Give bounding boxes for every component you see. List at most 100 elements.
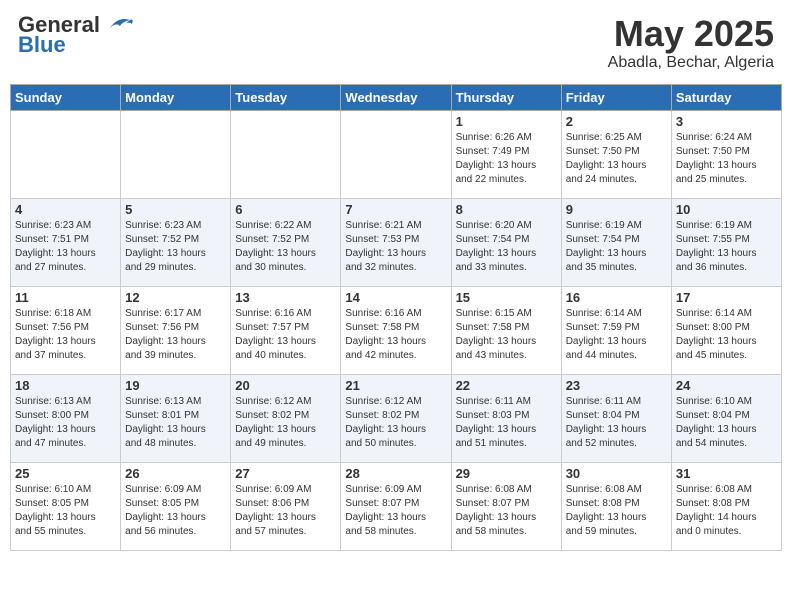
day-info: Sunrise: 6:14 AM Sunset: 8:00 PM Dayligh… <box>676 307 777 363</box>
day-number: 29 <box>456 466 557 481</box>
day-number: 5 <box>125 202 226 217</box>
calendar-row: 18 Sunrise: 6:13 AM Sunset: 8:00 PM Dayli… <box>11 374 782 462</box>
day-info: Sunrise: 6:17 AM Sunset: 7:56 PM Dayligh… <box>125 307 226 363</box>
calendar-row: 25 Sunrise: 6:10 AM Sunset: 8:05 PM Dayli… <box>11 462 782 550</box>
day-info: Sunrise: 6:08 AM Sunset: 8:07 PM Dayligh… <box>456 483 557 539</box>
logo-blue-text: Blue <box>18 32 66 58</box>
day-number: 2 <box>566 114 667 129</box>
calendar-row: 1Sunrise: 6:26 AM Sunset: 7:49 PM Daylig… <box>11 110 782 198</box>
day-number: 19 <box>125 378 226 393</box>
day-info: Sunrise: 6:09 AM Sunset: 8:06 PM Dayligh… <box>235 483 336 539</box>
table-cell: 1Sunrise: 6:26 AM Sunset: 7:49 PM Daylig… <box>451 110 561 198</box>
day-info: Sunrise: 6:19 AM Sunset: 7:54 PM Dayligh… <box>566 219 667 275</box>
day-number: 13 <box>235 290 336 305</box>
table-cell: 21 Sunrise: 6:12 AM Sunset: 8:02 PM Dayli… <box>341 374 451 462</box>
day-number: 30 <box>566 466 667 481</box>
table-cell <box>11 110 121 198</box>
day-info: Sunrise: 6:11 AM Sunset: 8:04 PM Dayligh… <box>566 395 667 451</box>
table-cell: 18 Sunrise: 6:13 AM Sunset: 8:00 PM Dayli… <box>11 374 121 462</box>
day-number: 28 <box>345 466 446 481</box>
day-info: Sunrise: 6:14 AM Sunset: 7:59 PM Dayligh… <box>566 307 667 363</box>
day-number: 11 <box>15 290 116 305</box>
day-info: Sunrise: 6:10 AM Sunset: 8:04 PM Dayligh… <box>676 395 777 451</box>
table-cell: 24Sunrise: 6:10 AM Sunset: 8:04 PM Dayli… <box>671 374 781 462</box>
table-cell: 8 Sunrise: 6:20 AM Sunset: 7:54 PM Daylig… <box>451 198 561 286</box>
table-cell <box>231 110 341 198</box>
day-number: 8 <box>456 202 557 217</box>
day-number: 20 <box>235 378 336 393</box>
table-cell: 22 Sunrise: 6:11 AM Sunset: 8:03 PM Dayli… <box>451 374 561 462</box>
table-cell <box>341 110 451 198</box>
day-number: 21 <box>345 378 446 393</box>
table-cell: 13Sunrise: 6:16 AM Sunset: 7:57 PM Dayli… <box>231 286 341 374</box>
day-number: 15 <box>456 290 557 305</box>
day-info: Sunrise: 6:26 AM Sunset: 7:49 PM Dayligh… <box>456 131 557 187</box>
table-cell: 20 Sunrise: 6:12 AM Sunset: 8:02 PM Dayli… <box>231 374 341 462</box>
table-cell: 6Sunrise: 6:22 AM Sunset: 7:52 PM Daylig… <box>231 198 341 286</box>
day-number: 16 <box>566 290 667 305</box>
day-number: 22 <box>456 378 557 393</box>
table-cell: 17 Sunrise: 6:14 AM Sunset: 8:00 PM Dayli… <box>671 286 781 374</box>
day-info: Sunrise: 6:13 AM Sunset: 8:00 PM Dayligh… <box>15 395 116 451</box>
header-saturday: Saturday <box>671 84 781 110</box>
header-monday: Monday <box>121 84 231 110</box>
logo: General Blue <box>18 14 134 58</box>
table-cell: 29 Sunrise: 6:08 AM Sunset: 8:07 PM Dayli… <box>451 462 561 550</box>
day-number: 25 <box>15 466 116 481</box>
day-number: 6 <box>235 202 336 217</box>
header-thursday: Thursday <box>451 84 561 110</box>
table-cell: 28 Sunrise: 6:09 AM Sunset: 8:07 PM Dayli… <box>341 462 451 550</box>
table-cell: 5Sunrise: 6:23 AM Sunset: 7:52 PM Daylig… <box>121 198 231 286</box>
table-cell: 3 Sunrise: 6:24 AM Sunset: 7:50 PM Daylig… <box>671 110 781 198</box>
day-info: Sunrise: 6:10 AM Sunset: 8:05 PM Dayligh… <box>15 483 116 539</box>
day-info: Sunrise: 6:16 AM Sunset: 7:58 PM Dayligh… <box>345 307 446 363</box>
header-sunday: Sunday <box>11 84 121 110</box>
table-cell: 26Sunrise: 6:09 AM Sunset: 8:05 PM Dayli… <box>121 462 231 550</box>
day-number: 23 <box>566 378 667 393</box>
day-number: 18 <box>15 378 116 393</box>
day-number: 7 <box>345 202 446 217</box>
table-cell: 7 Sunrise: 6:21 AM Sunset: 7:53 PM Daylig… <box>341 198 451 286</box>
location-subtitle: Abadla, Bechar, Algeria <box>608 54 774 72</box>
table-cell: 27 Sunrise: 6:09 AM Sunset: 8:06 PM Dayli… <box>231 462 341 550</box>
table-cell: 31 Sunrise: 6:08 AM Sunset: 8:08 PM Dayli… <box>671 462 781 550</box>
table-cell: 16 Sunrise: 6:14 AM Sunset: 7:59 PM Dayli… <box>561 286 671 374</box>
table-cell: 23 Sunrise: 6:11 AM Sunset: 8:04 PM Dayli… <box>561 374 671 462</box>
table-cell: 4Sunrise: 6:23 AM Sunset: 7:51 PM Daylig… <box>11 198 121 286</box>
day-info: Sunrise: 6:12 AM Sunset: 8:02 PM Dayligh… <box>235 395 336 451</box>
day-info: Sunrise: 6:24 AM Sunset: 7:50 PM Dayligh… <box>676 131 777 187</box>
calendar-row: 11 Sunrise: 6:18 AM Sunset: 7:56 PM Dayli… <box>11 286 782 374</box>
table-cell: 25 Sunrise: 6:10 AM Sunset: 8:05 PM Dayli… <box>11 462 121 550</box>
table-cell: 2 Sunrise: 6:25 AM Sunset: 7:50 PM Daylig… <box>561 110 671 198</box>
day-info: Sunrise: 6:09 AM Sunset: 8:07 PM Dayligh… <box>345 483 446 539</box>
day-number: 4 <box>15 202 116 217</box>
title-block: May 2025 Abadla, Bechar, Algeria <box>608 14 774 72</box>
header-tuesday: Tuesday <box>231 84 341 110</box>
day-number: 12 <box>125 290 226 305</box>
header-friday: Friday <box>561 84 671 110</box>
day-info: Sunrise: 6:08 AM Sunset: 8:08 PM Dayligh… <box>676 483 777 539</box>
day-number: 17 <box>676 290 777 305</box>
table-cell: 10Sunrise: 6:19 AM Sunset: 7:55 PM Dayli… <box>671 198 781 286</box>
day-number: 31 <box>676 466 777 481</box>
day-number: 3 <box>676 114 777 129</box>
day-info: Sunrise: 6:18 AM Sunset: 7:56 PM Dayligh… <box>15 307 116 363</box>
day-number: 27 <box>235 466 336 481</box>
header-wednesday: Wednesday <box>341 84 451 110</box>
day-info: Sunrise: 6:12 AM Sunset: 8:02 PM Dayligh… <box>345 395 446 451</box>
day-info: Sunrise: 6:21 AM Sunset: 7:53 PM Dayligh… <box>345 219 446 275</box>
table-cell: 11 Sunrise: 6:18 AM Sunset: 7:56 PM Dayli… <box>11 286 121 374</box>
table-cell <box>121 110 231 198</box>
page-header: General Blue May 2025 Abadla, Bechar, Al… <box>10 10 782 76</box>
day-info: Sunrise: 6:20 AM Sunset: 7:54 PM Dayligh… <box>456 219 557 275</box>
day-number: 10 <box>676 202 777 217</box>
day-info: Sunrise: 6:11 AM Sunset: 8:03 PM Dayligh… <box>456 395 557 451</box>
table-cell: 12 Sunrise: 6:17 AM Sunset: 7:56 PM Dayli… <box>121 286 231 374</box>
day-number: 9 <box>566 202 667 217</box>
calendar-header-row: Sunday Monday Tuesday Wednesday Thursday… <box>11 84 782 110</box>
day-info: Sunrise: 6:25 AM Sunset: 7:50 PM Dayligh… <box>566 131 667 187</box>
day-info: Sunrise: 6:09 AM Sunset: 8:05 PM Dayligh… <box>125 483 226 539</box>
table-cell: 30Sunrise: 6:08 AM Sunset: 8:08 PM Dayli… <box>561 462 671 550</box>
month-title: May 2025 <box>608 14 774 54</box>
calendar-table: Sunday Monday Tuesday Wednesday Thursday… <box>10 84 782 551</box>
